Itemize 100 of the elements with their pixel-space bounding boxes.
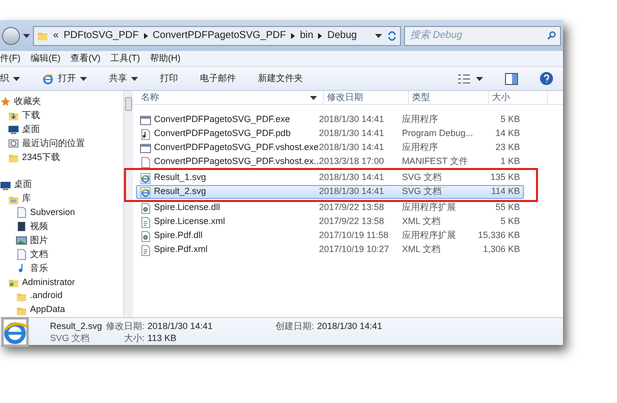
- file-size: 14 KB: [494, 127, 521, 140]
- modified-date: 2017/10/19 10:27: [318, 243, 390, 256]
- file-row[interactable]: Spire.License.xml 2017/9/22 13:58 XML 文档 5 KB: [136, 215, 524, 229]
- blank-file-icon: [140, 156, 151, 168]
- breadcrumb[interactable]: PDFtoSVG_PDF: [64, 28, 139, 43]
- file-row[interactable]: Result_1.svg 2018/1/30 14:41 SVG 文档 135 KB: [136, 171, 524, 185]
- browser-icon: [42, 72, 54, 84]
- modified-date: 2017/10/19 11:58: [318, 229, 390, 242]
- breadcrumb[interactable]: bin: [300, 28, 314, 43]
- overflow-chevron[interactable]: «: [53, 28, 59, 43]
- recent-places-icon: [8, 138, 19, 150]
- detail-value: 2018/1/30 14:41: [317, 320, 382, 332]
- sidebar-item[interactable]: 文档: [0, 248, 123, 262]
- file-row[interactable]: ConvertPDFPagetoSVG_PDF.exe 2018/1/30 14:41 应用程序 5 KB: [136, 113, 524, 127]
- chevron-right-icon: [144, 32, 148, 38]
- file-type: SVG 文档: [400, 185, 442, 198]
- modified-date: 2017/9/22 13:58: [318, 215, 386, 228]
- sidebar-item[interactable]: 视频: [0, 220, 123, 234]
- file-size: 23 KB: [494, 141, 521, 154]
- download-folder-icon: [8, 110, 19, 122]
- document-icon: [16, 207, 27, 218]
- caret-icon: [476, 76, 483, 80]
- toolbar-button[interactable]: 共享: [109, 72, 138, 86]
- star-icon: [0, 96, 11, 108]
- text-file-icon: [140, 216, 151, 228]
- help-button[interactable]: [540, 72, 553, 85]
- scrollbar[interactable]: [123, 91, 133, 317]
- caret-icon: [131, 76, 138, 80]
- modified-date: 2018/1/30 14:41: [318, 141, 386, 154]
- file-type: 应用程序扩展: [400, 229, 457, 242]
- breadcrumb[interactable]: Debug: [327, 28, 357, 43]
- file-row[interactable]: Spire.License.dll 2017/9/22 13:58 应用程序扩展 55 KB: [136, 201, 524, 215]
- window-icon: [140, 114, 151, 126]
- detail-label: 修改日期:: [106, 320, 145, 332]
- sidebar-item[interactable]: 音乐: [0, 262, 123, 276]
- file-size: 1 KB: [499, 155, 521, 168]
- back-button[interactable]: [2, 26, 20, 44]
- file-name: Spire.License.xml: [154, 215, 226, 228]
- menu-item[interactable]: 工具(T): [110, 52, 140, 66]
- sidebar-item[interactable]: 桌面: [0, 178, 123, 192]
- caret-icon: [80, 76, 87, 80]
- file-type: XML 文档: [400, 243, 442, 256]
- sidebar-item[interactable]: Administrator: [0, 275, 123, 290]
- history-dropdown-button[interactable]: [23, 34, 30, 38]
- file-size: 15,336 KB: [478, 229, 522, 242]
- sidebar-item[interactable]: 下载: [0, 108, 123, 123]
- address-bar[interactable]: « PDFtoSVG_PDF ConvertPDFPagetoSVG_PDF bin Debug: [33, 26, 401, 46]
- file-size: 5 KB: [499, 215, 521, 228]
- sidebar-item[interactable]: 收藏夹: [0, 95, 123, 109]
- toolbar-button[interactable]: 打开: [42, 72, 87, 86]
- sidebar-item[interactable]: 2345下载: [0, 150, 123, 164]
- file-type: Program Debug...: [400, 127, 474, 140]
- file-row[interactable]: Spire.Pdf.dll 2017/10/19 11:58 应用程序扩展 15,336 KB: [136, 229, 524, 243]
- folder-icon: [37, 30, 48, 41]
- file-row[interactable]: Spire.Pdf.xml 2017/10/19 10:27 XML 文档 1,306 KB: [136, 243, 524, 257]
- detail-label: 创建日期:: [276, 320, 314, 332]
- sidebar-item[interactable]: 桌面: [0, 122, 123, 137]
- text-file-icon: [140, 244, 151, 256]
- column-header[interactable]: 大小: [488, 90, 548, 104]
- sidebar-item[interactable]: 图片: [0, 234, 123, 248]
- sidebar-item[interactable]: Subversion: [0, 206, 123, 220]
- column-header[interactable]: 类型: [408, 90, 488, 104]
- detail-label: 大小:: [123, 332, 145, 344]
- column-header[interactable]: 名称: [133, 90, 323, 104]
- file-type: SVG 文档: [400, 171, 442, 184]
- preview-pane-button[interactable]: [505, 72, 518, 84]
- menu-item[interactable]: 查看(V): [70, 52, 100, 66]
- sidebar-item[interactable]: 库: [0, 192, 123, 206]
- file-row[interactable]: ConvertPDFPagetoSVG_PDF.vshost.exe2018/1/30 14:41 应用程序 23 KB: [136, 141, 524, 155]
- file-name: ConvertPDFPagetoSVG_PDF.vshost.exe: [154, 141, 319, 154]
- search-field[interactable]: 搜索 Debug: [404, 26, 561, 46]
- music-note-icon: [140, 128, 151, 140]
- toolbar-button[interactable]: 电子邮件: [200, 72, 236, 86]
- modified-date: 2018/1/30 14:41: [318, 171, 386, 184]
- breadcrumb[interactable]: ConvertPDFPagetoSVG_PDF: [152, 28, 286, 43]
- file-row[interactable]: ConvertPDFPagetoSVG_PDF.pdb 2018/1/30 14:41 Program Debug... 14 KB: [136, 127, 524, 141]
- file-size: 5 KB: [499, 113, 521, 126]
- file-type: SVG 文档: [50, 332, 91, 344]
- preview-pane-icon: [505, 72, 518, 84]
- file-row[interactable]: ConvertPDFPagetoSVG_PDF.vshost.ex...2013/3/18 17:00 MANIFEST 文件 1 KB: [136, 155, 524, 169]
- view-options-button[interactable]: [458, 74, 483, 84]
- toolbar-button[interactable]: 织: [0, 72, 20, 86]
- column-header[interactable]: 修改日期: [323, 90, 408, 104]
- toolbar-button[interactable]: 打印: [160, 72, 178, 86]
- sidebar-item[interactable]: AppData: [0, 303, 123, 317]
- file-type: 应用程序: [400, 141, 439, 154]
- refresh-icon[interactable]: [387, 30, 397, 40]
- sidebar-item[interactable]: 最近访问的位置: [0, 136, 123, 150]
- file-row[interactable]: Result_2.svg 2018/1/30 14:41 SVG 文档 114 KB: [136, 185, 524, 199]
- toolbar-button[interactable]: 新建文件夹: [258, 72, 303, 86]
- sidebar-item[interactable]: .android: [0, 289, 123, 304]
- file-name: ConvertPDFPagetoSVG_PDF.pdb: [154, 127, 291, 140]
- file-type: 应用程序扩展: [400, 201, 457, 214]
- file-size: 1,306 KB: [482, 243, 521, 256]
- file-name: Spire.Pdf.xml: [154, 243, 208, 256]
- menu-item[interactable]: 编辑(E): [30, 52, 60, 66]
- browser-document-icon: [140, 186, 151, 198]
- menu-item[interactable]: 帮助(H): [150, 52, 180, 66]
- menu-item[interactable]: 件(F): [0, 52, 20, 66]
- caret-icon: [23, 34, 30, 38]
